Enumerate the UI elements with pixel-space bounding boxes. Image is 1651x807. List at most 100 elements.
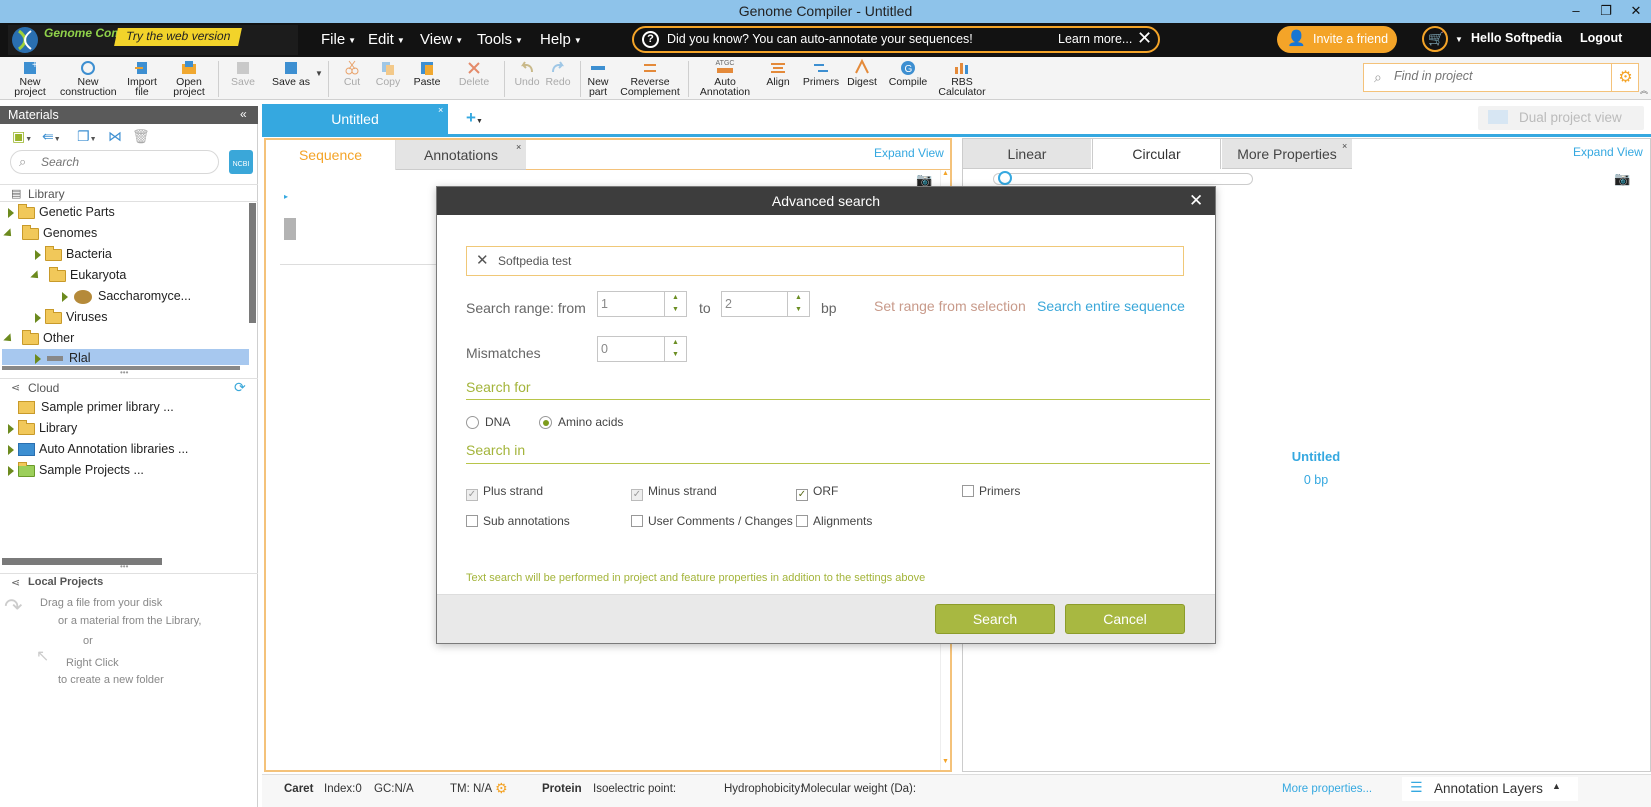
- range-to-value[interactable]: 2: [725, 297, 732, 311]
- invite-friend-button[interactable]: 👤 Invite a friend: [1277, 26, 1397, 53]
- share-icon[interactable]: ⋈: [108, 128, 122, 145]
- ncbi-button[interactable]: NCBI: [229, 150, 253, 174]
- cut-button[interactable]: Cut: [338, 59, 366, 87]
- tree-item-viruses[interactable]: Viruses: [35, 308, 107, 324]
- decrement-icon[interactable]: ▼: [665, 349, 686, 361]
- checkbox-sub-annotations[interactable]: Sub annotations: [466, 514, 570, 528]
- expand-icon[interactable]: [8, 444, 14, 455]
- reverse-complement-button[interactable]: Reverse Complement: [620, 59, 680, 97]
- expand-icon[interactable]: [8, 465, 14, 476]
- delete-button[interactable]: Delete: [454, 59, 494, 87]
- copy-button[interactable]: Copy: [372, 59, 404, 87]
- cart-icon[interactable]: 🛒: [1422, 26, 1448, 52]
- find-in-project-input[interactable]: [1394, 69, 1594, 83]
- close-tab-icon[interactable]: ×: [438, 95, 443, 125]
- tab-annotations[interactable]: Annotations ×: [396, 140, 526, 170]
- tree-item-eukaryota[interactable]: Eukaryota: [30, 266, 126, 282]
- menu-view[interactable]: View ▼: [420, 31, 463, 48]
- tab-more-properties[interactable]: More Properties ×: [1222, 139, 1352, 169]
- library-section-header[interactable]: ▤ Library: [0, 184, 258, 202]
- checkbox-plus-strand-box[interactable]: ✓: [466, 489, 478, 501]
- mismatches-stepper[interactable]: 0 ▲ ▼: [597, 336, 687, 362]
- maximize-button[interactable]: ❐: [1591, 0, 1621, 22]
- tab-linear[interactable]: Linear: [963, 139, 1091, 169]
- logo[interactable]: Genome Compiler Try the web version: [8, 25, 298, 55]
- splitter-handle[interactable]: •••: [120, 368, 128, 377]
- menu-file[interactable]: File ▼: [321, 31, 356, 48]
- align-button[interactable]: Align: [764, 59, 792, 87]
- collapse-panel-icon[interactable]: «: [240, 107, 247, 121]
- gear-icon[interactable]: ⚙: [495, 780, 508, 797]
- gear-icon[interactable]: ⚙: [1611, 64, 1639, 91]
- add-tab-button[interactable]: +▼: [466, 108, 483, 128]
- materials-search-input[interactable]: [41, 155, 201, 169]
- more-properties-link[interactable]: More properties...: [1282, 783, 1372, 795]
- expand-icon[interactable]: [8, 423, 14, 434]
- library-scrollbar[interactable]: [249, 203, 256, 323]
- search-query-input[interactable]: Softpedia test: [498, 254, 571, 268]
- radio-dna[interactable]: DNA: [466, 415, 510, 429]
- close-tip-icon[interactable]: ✕: [1137, 28, 1152, 49]
- search-query-field[interactable]: ✕ Softpedia test: [466, 246, 1184, 276]
- import-icon[interactable]: ⇚▼: [42, 128, 61, 145]
- expand-icon[interactable]: [35, 312, 41, 323]
- cancel-button[interactable]: Cancel: [1065, 604, 1185, 634]
- expand-view-link[interactable]: Expand View: [1573, 145, 1643, 159]
- tree-item-saccharomyces[interactable]: Saccharomyce...: [62, 289, 191, 304]
- collapse-icon[interactable]: [3, 228, 15, 240]
- new-part-button[interactable]: New part: [584, 59, 612, 97]
- checkbox-primers-box[interactable]: [962, 485, 974, 497]
- close-dialog-icon[interactable]: ✕: [1189, 187, 1203, 215]
- primers-button[interactable]: Primers: [802, 59, 840, 87]
- range-from-stepper[interactable]: 1 ▲ ▼: [597, 291, 687, 317]
- search-entire-sequence-link[interactable]: Search entire sequence: [1037, 298, 1185, 314]
- zoom-slider-thumb[interactable]: [998, 171, 1012, 185]
- trash-icon[interactable]: 🗑: [132, 128, 150, 145]
- tab-sequence[interactable]: Sequence: [266, 140, 396, 170]
- clear-query-icon[interactable]: ✕: [476, 251, 489, 269]
- radio-dna-button[interactable]: [466, 416, 479, 429]
- collapse-icon[interactable]: [3, 333, 15, 345]
- logout-link[interactable]: Logout: [1580, 31, 1622, 45]
- checkbox-alignments-box[interactable]: [796, 515, 808, 527]
- checkbox-user-comments-box[interactable]: [631, 515, 643, 527]
- tree-item-genetic-parts[interactable]: Genetic Parts: [8, 203, 115, 219]
- sync-icon[interactable]: ⟳: [234, 379, 246, 396]
- checkbox-plus-strand[interactable]: ✓ Plus strand: [466, 484, 543, 501]
- compile-button[interactable]: G Compile: [886, 59, 930, 87]
- expand-icon[interactable]: [62, 291, 68, 302]
- expand-icon[interactable]: [35, 249, 41, 260]
- mismatches-value[interactable]: 0: [601, 342, 608, 356]
- learn-more-link[interactable]: Learn more...: [1058, 32, 1132, 46]
- menu-help[interactable]: Help ▼: [540, 31, 582, 48]
- collapse-icon[interactable]: [30, 270, 42, 282]
- new-construction-button[interactable]: New construction: [60, 59, 117, 97]
- cloud-hscrollbar[interactable]: [2, 558, 162, 565]
- auto-annotation-button[interactable]: ATGC Auto Annotation: [698, 59, 752, 97]
- dual-project-view-button[interactable]: Dual project view: [1478, 106, 1644, 130]
- open-project-button[interactable]: Open project: [170, 59, 208, 97]
- increment-icon[interactable]: ▲: [788, 292, 809, 304]
- tree-item-rlal[interactable]: Rlal: [35, 351, 91, 365]
- range-to-stepper[interactable]: 2 ▲ ▼: [721, 291, 810, 317]
- rbs-calculator-button[interactable]: RBS Calculator: [937, 59, 987, 97]
- expand-icon[interactable]: [8, 207, 14, 218]
- redo-button[interactable]: Redo: [544, 59, 572, 87]
- checkbox-sub-annotations-box[interactable]: [466, 515, 478, 527]
- tab-circular[interactable]: Circular: [1092, 139, 1221, 169]
- zoom-slider[interactable]: [993, 171, 1253, 185]
- annotation-layers-button[interactable]: ☰ Annotation Layers ▲: [1402, 777, 1578, 801]
- menu-tools[interactable]: Tools ▼: [477, 31, 523, 48]
- checkbox-orf-box[interactable]: ✓: [796, 489, 808, 501]
- tree-item-sample-projects[interactable]: Sample Projects ...: [8, 461, 144, 477]
- undo-button[interactable]: Undo: [512, 59, 542, 87]
- find-in-project-field[interactable]: ⌕ ⚙: [1363, 63, 1639, 92]
- radio-amino-acids-button[interactable]: [539, 416, 552, 429]
- checkbox-minus-strand-box[interactable]: ✓: [631, 489, 643, 501]
- checkbox-minus-strand[interactable]: ✓ Minus strand: [631, 484, 717, 501]
- tree-item-bacteria[interactable]: Bacteria: [35, 245, 112, 261]
- new-project-button[interactable]: + New project: [12, 59, 48, 97]
- chevron-down-icon[interactable]: ▼: [1455, 35, 1463, 44]
- search-button[interactable]: Search: [935, 604, 1055, 634]
- radio-amino-acids[interactable]: Amino acids: [539, 415, 623, 429]
